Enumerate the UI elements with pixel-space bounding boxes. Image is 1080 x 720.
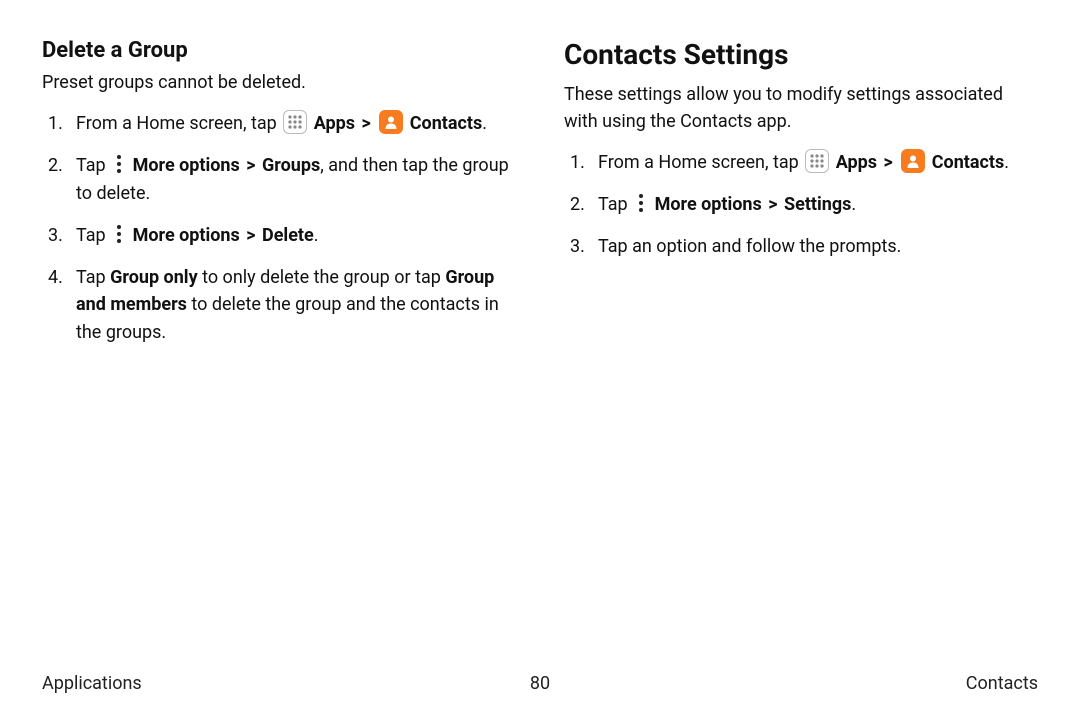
manual-page: Delete a Group Preset groups cannot be d… (0, 0, 1080, 720)
period: . (851, 194, 856, 215)
step-1: From a Home screen, tap Apps > (564, 149, 1038, 177)
two-column-layout: Delete a Group Preset groups cannot be d… (42, 38, 1038, 361)
step-text-mid: to only delete the group or tap (198, 267, 446, 288)
steps-delete-group: From a Home screen, tap Apps > (42, 110, 516, 347)
contacts-label: Contacts (932, 152, 1004, 173)
step-text: From a Home screen, tap (76, 113, 281, 134)
page-footer: Applications 80 Contacts (42, 673, 1038, 694)
step-4: Tap Group only to only delete the group … (42, 264, 516, 348)
steps-contacts-settings: From a Home screen, tap Apps > (564, 149, 1038, 261)
apps-label: Apps (836, 152, 877, 173)
apps-label: Apps (314, 113, 355, 134)
chevron-icon: > (244, 155, 257, 176)
step-2: Tap More options > Groups, and then tap … (42, 152, 516, 208)
step-2: Tap More options > Settings. (564, 191, 1038, 219)
more-options-icon (112, 153, 126, 175)
group-only-label: Group only (110, 267, 198, 288)
more-options-label: More options (133, 225, 240, 246)
step-3: Tap an option and follow the prompts. (564, 233, 1038, 261)
intro-delete-group: Preset groups cannot be deleted. (42, 69, 516, 96)
contacts-icon (901, 149, 925, 173)
heading-delete-group: Delete a Group (42, 38, 516, 63)
step-3: Tap More options > Delete. (42, 222, 516, 250)
step-text: From a Home screen, tap (598, 152, 803, 173)
contacts-icon (379, 110, 403, 134)
delete-label: Delete (262, 225, 314, 246)
page-number: 80 (42, 673, 1038, 694)
step-text: Tap (76, 267, 110, 288)
step-text: Tap (76, 155, 110, 176)
chevron-icon: > (244, 225, 257, 246)
right-column: Contacts Settings These settings allow y… (564, 38, 1038, 361)
contacts-label: Contacts (410, 113, 482, 134)
step-text: Tap (76, 225, 110, 246)
chevron-icon: > (360, 113, 373, 134)
left-column: Delete a Group Preset groups cannot be d… (42, 38, 516, 361)
chevron-icon: > (766, 194, 779, 215)
step-1: From a Home screen, tap Apps > (42, 110, 516, 138)
period: . (482, 113, 487, 134)
more-options-label: More options (133, 155, 240, 176)
groups-label: Groups (262, 155, 320, 176)
chevron-icon: > (882, 152, 895, 173)
period: . (1004, 152, 1009, 173)
step-text: Tap (598, 194, 632, 215)
period: . (314, 225, 319, 246)
apps-icon (805, 149, 829, 173)
more-options-icon (634, 192, 648, 214)
more-options-icon (112, 223, 126, 245)
settings-label: Settings (784, 194, 851, 215)
more-options-label: More options (655, 194, 762, 215)
intro-contacts-settings: These settings allow you to modify setti… (564, 81, 1038, 135)
heading-contacts-settings: Contacts Settings (564, 38, 1038, 71)
apps-icon (283, 110, 307, 134)
